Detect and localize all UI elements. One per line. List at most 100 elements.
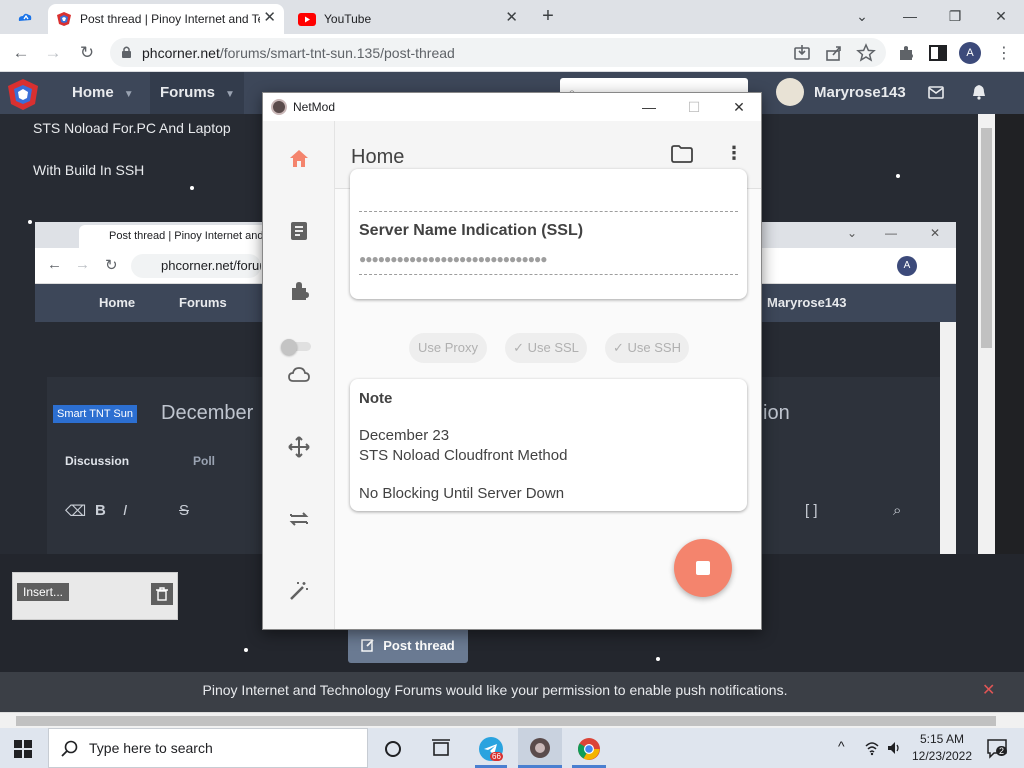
plugin-icon[interactable] — [287, 279, 311, 303]
inner-url: phcorner.net/forums/smart-tnt-sun — [131, 254, 261, 278]
inner-scrollbar — [940, 322, 956, 554]
clock-time: 5:15 AM — [919, 732, 965, 746]
inner-chevron-icon: ⌄ — [847, 226, 858, 240]
netmod-maximize-button[interactable]: ☐ — [684, 97, 704, 117]
post-thread-label: Post thread — [383, 637, 455, 653]
nav-home-label: Home — [72, 84, 114, 101]
task-view-icon[interactable] — [428, 736, 454, 762]
cortana-icon[interactable] — [380, 736, 406, 762]
taskbar-search-placeholder: Type here to search — [89, 740, 213, 756]
inner-tab-title: Post thread | Pinoy Internet and — [79, 225, 279, 248]
snow-dot — [244, 648, 248, 652]
forward-button[interactable]: → — [42, 42, 64, 64]
more-options-icon[interactable]: ⋮ — [725, 143, 743, 164]
tab-youtube[interactable]: YouTube ✕ — [290, 4, 526, 34]
inner-profile-avatar: A — [897, 256, 917, 276]
back-button[interactable]: ← — [10, 42, 32, 64]
log-icon[interactable] — [287, 219, 311, 243]
note-line: STS Noload Cloudfront Method — [359, 447, 568, 464]
netmod-taskbar-button[interactable] — [518, 728, 562, 768]
home-icon[interactable] — [287, 147, 311, 171]
plugin-toggle[interactable] — [281, 339, 315, 355]
magic-wand-icon[interactable] — [287, 579, 311, 603]
extensions-icon[interactable] — [896, 43, 916, 63]
tab-search-chevron-icon[interactable]: ⌄ — [850, 6, 874, 26]
page-scrollbar-thumb[interactable] — [981, 128, 992, 348]
phcorner-logo[interactable] — [6, 77, 40, 111]
inner-title-start: December — [161, 402, 254, 424]
telegram-badge: 66 — [490, 752, 503, 761]
post-thread-button[interactable]: Post thread — [348, 627, 468, 663]
preview-icon: ⌕ — [893, 502, 902, 519]
swap-icon[interactable] — [287, 507, 311, 531]
bookmark-star-icon[interactable] — [856, 43, 876, 63]
close-tab-icon[interactable]: ✕ — [505, 10, 518, 26]
browser-menu-icon[interactable]: ⋮ — [996, 43, 1012, 63]
netmod-close-button[interactable]: ✕ — [729, 97, 749, 117]
sni-card: Server Name Indication (SSL) ●●●●●●●●●●●… — [350, 169, 747, 299]
inner-forward-icon: → — [75, 256, 90, 273]
push-notification-bar: Pinoy Internet and Technology Forums wou… — [0, 672, 1024, 712]
lock-icon — [122, 46, 131, 58]
user-avatar[interactable] — [776, 78, 804, 106]
close-window-button[interactable]: ✕ — [989, 6, 1013, 26]
chrome-icon[interactable] — [576, 736, 602, 762]
netmod-page-title: Home — [351, 146, 405, 168]
inner-title-end: ion — [763, 402, 790, 424]
italic-icon: I — [123, 502, 128, 519]
chevron-up-icon[interactable]: ^ — [838, 738, 845, 754]
nav-home[interactable]: Home ▼ — [72, 84, 134, 101]
strike-icon: S — [179, 502, 190, 519]
notification-center-button[interactable]: 2 — [986, 737, 1008, 759]
address-bar[interactable]: phcorner.net/forums/smart-tnt-sun.135/po… — [110, 38, 886, 67]
minimize-button[interactable]: — — [898, 6, 922, 26]
side-panel-icon[interactable] — [928, 43, 948, 63]
netmod-minimize-button[interactable]: — — [639, 97, 659, 117]
windows-taskbar: Type here to search 66 ^ 5:15 AM 12/23/2… — [0, 728, 1024, 768]
bell-icon[interactable] — [972, 84, 986, 100]
use-ssh-chip[interactable]: ✓ Use SSH — [605, 333, 689, 363]
close-push-bar-icon[interactable]: ✕ — [982, 680, 995, 700]
cloud-icon[interactable] — [287, 363, 311, 387]
inbox-icon[interactable] — [928, 86, 944, 99]
close-tab-icon[interactable]: ✕ — [263, 10, 276, 26]
nav-forums-label: Forums — [160, 84, 216, 101]
divider — [359, 274, 738, 275]
username-link[interactable]: Maryrose143 — [814, 84, 906, 101]
inner-prefix-badge: Smart TNT Sun — [53, 405, 138, 423]
taskbar-clock[interactable]: 5:15 AM 12/23/2022 — [906, 731, 978, 765]
share-icon[interactable] — [824, 43, 844, 63]
insert-attachment-label[interactable]: Insert... — [17, 583, 70, 601]
stop-button[interactable] — [674, 539, 732, 597]
reload-button[interactable]: ↻ — [76, 42, 98, 64]
nav-forums[interactable]: Forums ▼ — [150, 72, 244, 114]
trash-icon[interactable] — [151, 583, 173, 605]
edit-icon — [361, 639, 374, 652]
clock-date: 12/23/2022 — [911, 749, 973, 763]
windows-start-icon[interactable] — [14, 740, 32, 758]
restore-button[interactable]: ❐ — [943, 6, 967, 26]
chevron-down-icon: ▼ — [123, 89, 134, 100]
telegram-taskbar-button[interactable]: 66 — [478, 736, 506, 764]
sni-value-field[interactable]: ●●●●●●●●●●●●●●●●●●●●●●●●●●●●●● — [359, 252, 547, 266]
post-text-line: STS Noload For.PC And Laptop — [33, 120, 231, 136]
snow-dot — [28, 220, 32, 224]
new-tab-button[interactable]: + — [537, 6, 559, 28]
folder-icon[interactable] — [671, 145, 693, 163]
volume-icon[interactable] — [886, 740, 902, 756]
attachment-thumbnail[interactable]: Insert... — [12, 572, 178, 620]
youtube-favicon — [298, 12, 316, 26]
horizontal-scrollbar-thumb[interactable] — [16, 716, 996, 726]
note-line: No Blocking Until Server Down — [359, 485, 565, 502]
wifi-icon[interactable] — [864, 740, 880, 756]
tab-search-icon[interactable] — [14, 8, 36, 26]
use-ssl-chip[interactable]: ✓ Use SSL — [505, 333, 587, 363]
install-app-icon[interactable] — [792, 43, 812, 63]
netmod-titlebar[interactable]: NetMod — ☐ ✕ — [263, 93, 761, 121]
taskbar-search-box[interactable]: Type here to search — [48, 728, 368, 768]
profile-avatar[interactable]: A — [959, 42, 981, 64]
use-proxy-chip[interactable]: Use Proxy — [409, 333, 487, 363]
horizontal-scrollbar[interactable] — [0, 712, 1024, 728]
move-icon[interactable] — [287, 435, 311, 459]
tab-post-thread[interactable]: Post thread | Pinoy Internet and Techn ✕ — [48, 4, 284, 34]
